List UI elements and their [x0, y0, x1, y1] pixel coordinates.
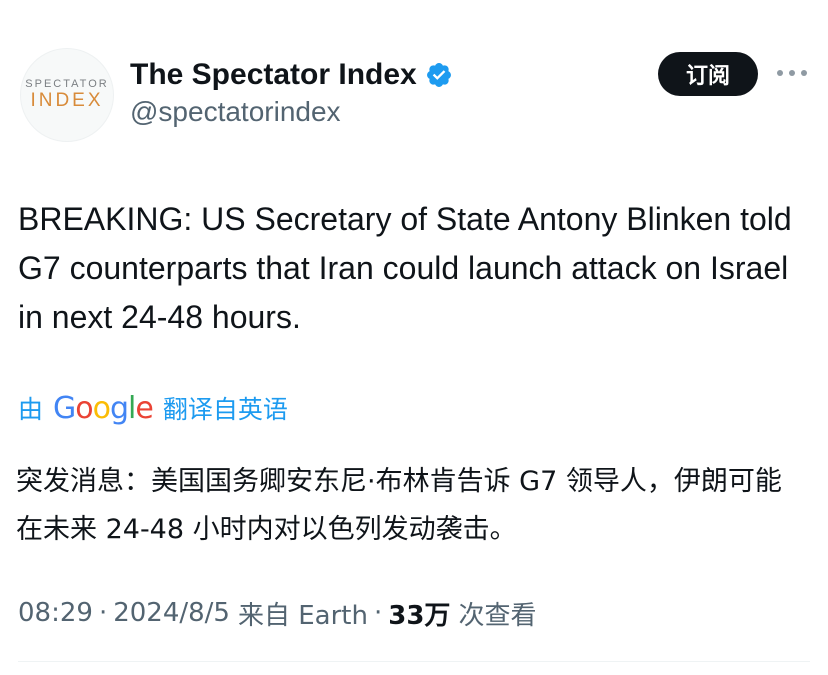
author-handle[interactable]: @spectatorindex [130, 96, 341, 128]
view-count: 33万 [388, 600, 451, 631]
more-horizontal-icon[interactable] [777, 66, 807, 80]
tweet-header: SPECTATOR INDEX The Spectator Index @spe… [0, 0, 828, 150]
tweet-source: 来自 Earth [237, 600, 368, 631]
tweet-meta: 08:29 · 2024/8/5 来自 Earth · 33万 次查看 [18, 593, 536, 633]
translate-link[interactable]: 由 Google 翻译自英语 [18, 386, 288, 430]
translated-text: 突发消息：美国国务卿安东尼·布林肯告诉 G7 领导人，伊朗可能在未来 24-48… [16, 466, 782, 545]
display-name-row: The Spectator Index [130, 56, 453, 94]
meta-separator: · [98, 598, 108, 628]
avatar-text-bottom: INDEX [30, 90, 104, 111]
avatar-text-top: SPECTATOR [25, 78, 109, 90]
dot [789, 70, 795, 76]
translate-suffix: 翻译自英语 [162, 395, 288, 424]
tweet-date[interactable]: 2024/8/5 [113, 598, 230, 628]
tweet-time[interactable]: 08:29 [18, 598, 93, 628]
meta-separator: · [373, 598, 383, 628]
view-label: 次查看 [458, 600, 537, 631]
google-logo: Google [53, 390, 154, 426]
display-name[interactable]: The Spectator Index [130, 58, 417, 92]
dot [777, 70, 783, 76]
dot [801, 70, 807, 76]
translate-prefix: 由 [18, 395, 44, 424]
verified-badge-icon [425, 61, 453, 89]
tweet-text: BREAKING: US Secretary of State Antony B… [18, 201, 792, 335]
subscribe-button[interactable]: 订阅 [658, 52, 758, 96]
avatar[interactable]: SPECTATOR INDEX [20, 48, 114, 142]
divider [18, 661, 810, 662]
